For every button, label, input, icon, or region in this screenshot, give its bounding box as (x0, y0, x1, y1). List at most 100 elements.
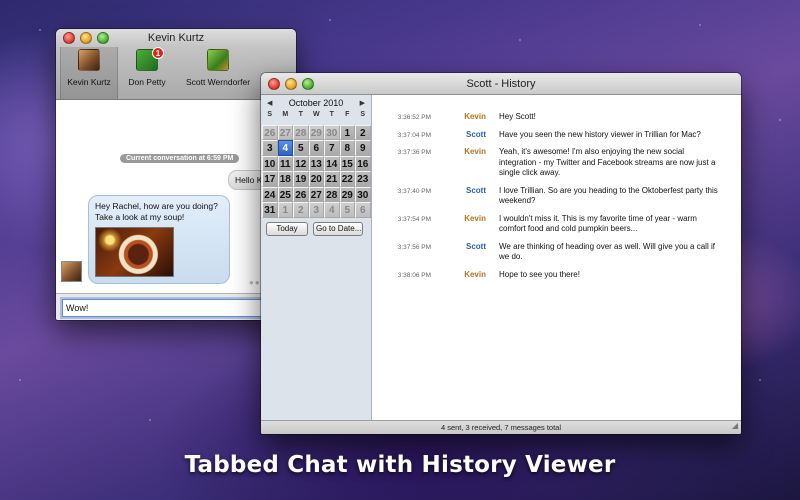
calendar-month-label: October 2010 (288, 98, 344, 108)
today-button[interactable]: Today (266, 221, 308, 236)
history-message-row: 3:37:36 PM Kevin Yeah, it's awesome! I'm a… (372, 147, 741, 179)
calendar-day[interactable]: 12 (293, 155, 309, 171)
calendar-day-other-month[interactable]: 28 (293, 124, 309, 140)
calendar-day[interactable]: 10 (262, 155, 278, 171)
next-month-icon[interactable]: ▶ (360, 99, 365, 107)
weekday-label: S (267, 111, 273, 118)
message-text: We are thinking of heading over as well.… (499, 241, 715, 262)
message-sender: Kevin (464, 213, 486, 223)
history-messages[interactable]: 3:36:52 PM Kevin Hey Scott! 3:37:04 PM Scott… (372, 95, 741, 420)
soup-photo[interactable] (95, 227, 174, 277)
message-time: 3:37:54 PM (397, 215, 431, 223)
scott-avatar-icon (207, 49, 229, 71)
calendar-day[interactable]: 30 (355, 186, 371, 202)
calendar-day[interactable]: 14 (324, 155, 340, 171)
calendar-day[interactable]: 21 (324, 171, 340, 187)
calendar-day[interactable]: 13 (308, 155, 324, 171)
calendar-day[interactable]: 17 (262, 171, 278, 187)
calendar-day[interactable]: 20 (308, 171, 324, 187)
weekday-label: W (312, 111, 320, 118)
message-time: 3:37:04 PM (397, 131, 431, 139)
history-titlebar[interactable]: Scott - History (261, 73, 741, 95)
calendar-day-other-month[interactable]: 5 (339, 202, 355, 218)
message-sender: Scott (466, 129, 486, 139)
calendar-day[interactable]: 3 (262, 140, 278, 156)
go-to-date-button[interactable]: Go to Date... (313, 221, 363, 236)
chat-window-title: Kevin Kurtz (147, 32, 205, 44)
close-button[interactable] (63, 32, 75, 44)
close-button[interactable] (268, 78, 280, 90)
message-text: Have you seen the new history viewer in … (499, 129, 701, 139)
calendar-day[interactable]: 31 (262, 202, 278, 218)
message-text: Hope to see you there! (499, 269, 580, 279)
calendar-day[interactable]: 18 (277, 171, 293, 187)
calendar-day-other-month[interactable]: 3 (308, 202, 324, 218)
message-time: 3:37:40 PM (397, 187, 431, 195)
weekday-label: T (298, 111, 303, 118)
incoming-message-text: Hey Rachel, how are you doing? Take a lo… (95, 201, 218, 222)
message-text: I love Trillian. So are you heading to t… (499, 185, 718, 206)
tab-don-petty[interactable]: 1 Don Petty (118, 47, 176, 99)
minimize-button[interactable] (285, 78, 297, 90)
resize-grip-icon[interactable]: ◢ (732, 419, 738, 432)
history-message-row: 3:36:52 PM Kevin Hey Scott! (372, 112, 741, 123)
history-window: Scott - History ◀ October 2010 ▶ S M T W T F S… (261, 73, 741, 434)
message-time: 3:37:36 PM (397, 149, 431, 156)
calendar-day[interactable]: 4 (277, 140, 293, 156)
history-window-title: Scott - History (466, 78, 536, 90)
calendar-day-other-month[interactable]: 29 (308, 124, 324, 140)
calendar-day[interactable]: 23 (355, 171, 371, 187)
message-time: 3:36:52 PM (397, 114, 431, 121)
calendar-day[interactable]: 27 (308, 186, 324, 202)
calendar-day-other-month[interactable]: 1 (277, 202, 293, 218)
calendar-day-other-month[interactable]: 26 (262, 124, 278, 140)
calendar-day[interactable]: 29 (339, 186, 355, 202)
calendar-grid: S M T W T F S 26 27 28 29 30 1 2 3 4 5 6 7 8 9 10 11 12 13 14 15 16… (262, 109, 371, 218)
message-sender: Kevin (464, 269, 486, 279)
minimize-button[interactable] (80, 32, 92, 44)
previous-month-icon[interactable]: ◀ (267, 99, 272, 107)
chat-titlebar[interactable]: Kevin Kurtz (56, 29, 296, 47)
calendar-day[interactable]: 5 (293, 140, 309, 156)
calendar-day[interactable]: 11 (277, 155, 293, 171)
calendar-day[interactable]: 8 (339, 140, 355, 156)
calendar-day[interactable]: 7 (324, 140, 340, 156)
history-body: ◀ October 2010 ▶ S M T W T F S 26 27 28 29 30 1 2 3 4 5 6… (261, 95, 741, 420)
calendar-day[interactable]: 16 (355, 155, 371, 171)
calendar-day[interactable]: 26 (293, 186, 309, 202)
chat-transcript[interactable]: Current conversation at 6:59 PM Hello Ke… (56, 100, 296, 293)
calendar-day[interactable]: 2 (355, 124, 371, 140)
tab-scott-werndorfer[interactable]: Scott Werndorfer (176, 47, 260, 99)
calendar-buttons: Today Go to Date... (261, 220, 371, 238)
calendar-day-other-month[interactable]: 6 (355, 202, 371, 218)
calendar-day-other-month[interactable]: 2 (293, 202, 309, 218)
calendar-day[interactable]: 6 (308, 140, 324, 156)
chat-tab-bar: Kevin Kurtz 1 Don Petty Scott Werndorfer (56, 47, 296, 100)
calendar-day[interactable]: 28 (324, 186, 340, 202)
incoming-message-bubble: Hey Rachel, how are you doing? Take a lo… (88, 195, 230, 284)
calendar-day-other-month[interactable]: 4 (324, 202, 340, 218)
calendar-day[interactable]: 24 (262, 186, 278, 202)
tab-label: Kevin Kurtz (67, 77, 111, 87)
tab-kevin-kurtz[interactable]: Kevin Kurtz (60, 47, 118, 99)
unread-badge: 1 (152, 47, 164, 59)
calendar-day-other-month[interactable]: 27 (277, 124, 293, 140)
calendar-day[interactable]: 22 (339, 171, 355, 187)
calendar-header: ◀ October 2010 ▶ (261, 95, 371, 109)
calendar-day[interactable]: 9 (355, 140, 371, 156)
calendar-day[interactable]: 19 (293, 171, 309, 187)
calendar-day[interactable]: 1 (339, 124, 355, 140)
zoom-button[interactable] (302, 78, 314, 90)
calendar-day[interactable]: 25 (277, 186, 293, 202)
message-sender: Scott (466, 185, 486, 195)
marketing-caption: Tabbed Chat with History Viewer (184, 452, 616, 478)
message-sender: Kevin (464, 112, 486, 121)
message-input[interactable] (62, 299, 290, 317)
calendar-day[interactable]: 15 (339, 155, 355, 171)
history-message-row: 3:37:54 PM Kevin I wouldn't miss it. This … (372, 214, 741, 235)
chat-window: Kevin Kurtz Kevin Kurtz 1 Don Petty Scot… (56, 29, 296, 320)
weekday-label: M (282, 111, 289, 118)
zoom-button[interactable] (97, 32, 109, 44)
calendar-day-other-month[interactable]: 30 (324, 124, 340, 140)
message-time: 3:37:56 PM (397, 243, 431, 251)
